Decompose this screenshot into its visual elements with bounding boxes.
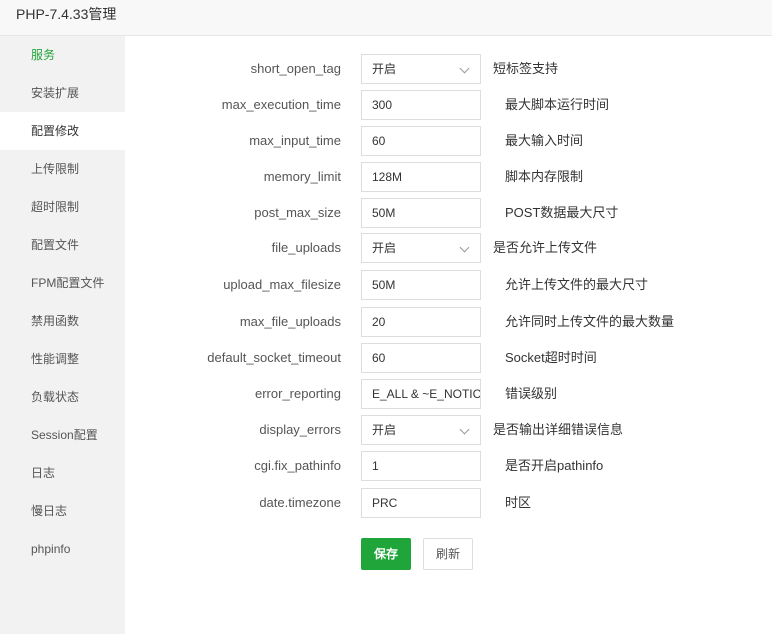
setting-row-cgi-fix-pathinfo: cgi.fix_pathinfo 1 是否开启pathinfo	[125, 451, 772, 481]
setting-row-error-reporting: error_reporting E_ALL & ~E_NOTICE 错误级别	[125, 379, 772, 409]
display-errors-select[interactable]: 开启	[361, 415, 481, 445]
setting-description: 最大脚本运行时间	[505, 97, 610, 112]
save-button[interactable]: 保存	[361, 538, 411, 570]
setting-description: 时区	[505, 495, 532, 510]
refresh-button[interactable]: 刷新	[423, 538, 473, 570]
setting-description: 短标签支持	[493, 61, 559, 76]
error-reporting-input[interactable]: E_ALL & ~E_NOTICE	[361, 379, 481, 409]
setting-row-default-socket-timeout: default_socket_timeout 60 Socket超时时间	[125, 343, 772, 373]
upload-max-filesize-input[interactable]: 50M	[361, 270, 481, 300]
sidebar-item-slow-log[interactable]: 慢日志	[0, 492, 125, 530]
max-execution-time-input[interactable]: 300	[361, 90, 481, 120]
setting-row-max-input-time: max_input_time 60 最大输入时间	[125, 126, 772, 156]
setting-description: 最大输入时间	[505, 133, 584, 148]
setting-row-max-file-uploads: max_file_uploads 20 允许同时上传文件的最大数量	[125, 307, 772, 337]
setting-label: cgi.fix_pathinfo	[254, 458, 341, 473]
setting-description: POST数据最大尺寸	[505, 205, 619, 220]
setting-row-date-timezone: date.timezone PRC 时区	[125, 488, 772, 518]
sidebar-item-config-edit[interactable]: 配置修改	[0, 112, 125, 150]
setting-label: max_execution_time	[221, 97, 341, 112]
window-title: PHP-7.4.33管理	[16, 6, 117, 22]
sidebar-item-fpm-config-file[interactable]: FPM配置文件	[0, 264, 125, 302]
sidebar-item-session-config[interactable]: Session配置	[0, 416, 125, 454]
setting-description: 允许上传文件的最大尺寸	[505, 277, 649, 292]
post-max-size-input[interactable]: 50M	[361, 198, 481, 228]
setting-label: error_reporting	[255, 386, 341, 401]
setting-row-upload-max-filesize: upload_max_filesize 50M 允许上传文件的最大尺寸	[125, 270, 772, 300]
setting-description: 是否输出详细错误信息	[493, 422, 624, 437]
setting-label: memory_limit	[263, 169, 341, 184]
setting-row-display-errors: display_errors 开启 是否输出详细错误信息	[125, 415, 772, 445]
setting-row-memory-limit: memory_limit 128M 脚本内存限制	[125, 162, 772, 192]
sidebar-item-install-extension[interactable]: 安装扩展	[0, 74, 125, 112]
sidebar-item-performance-tuning[interactable]: 性能调整	[0, 340, 125, 378]
cgi-fix-pathinfo-input[interactable]: 1	[361, 451, 481, 481]
select-value: 开启	[372, 241, 397, 255]
sidebar-item-config-file[interactable]: 配置文件	[0, 226, 125, 264]
setting-description: Socket超时时间	[505, 350, 597, 365]
setting-description: 是否允许上传文件	[493, 240, 598, 255]
chevron-down-icon	[459, 63, 470, 74]
date-timezone-input[interactable]: PRC	[361, 488, 481, 518]
setting-label: max_file_uploads	[239, 314, 341, 329]
sidebar-item-disabled-functions[interactable]: 禁用函数	[0, 302, 125, 340]
file-uploads-select[interactable]: 开启	[361, 233, 481, 263]
setting-description: 错误级别	[505, 386, 558, 401]
select-value: 开启	[372, 62, 397, 76]
sidebar-item-upload-limit[interactable]: 上传限制	[0, 150, 125, 188]
setting-label: default_socket_timeout	[207, 350, 341, 365]
max-file-uploads-input[interactable]: 20	[361, 307, 481, 337]
setting-label: post_max_size	[254, 205, 341, 220]
sidebar-item-service[interactable]: 服务	[0, 36, 125, 74]
sidebar-item-phpinfo[interactable]: phpinfo	[0, 530, 125, 568]
max-input-time-input[interactable]: 60	[361, 126, 481, 156]
select-value: 开启	[372, 423, 397, 437]
setting-label: display_errors	[259, 422, 341, 437]
sidebar-item-load-status[interactable]: 负载状态	[0, 378, 125, 416]
setting-row-post-max-size: post_max_size 50M POST数据最大尺寸	[125, 198, 772, 228]
sidebar-item-log[interactable]: 日志	[0, 454, 125, 492]
setting-row-max-execution-time: max_execution_time 300 最大脚本运行时间	[125, 90, 772, 120]
setting-row-short-open-tag: short_open_tag 开启 短标签支持	[125, 54, 772, 84]
setting-description: 是否开启pathinfo	[505, 458, 604, 473]
setting-label: max_input_time	[249, 133, 341, 148]
setting-description: 允许同时上传文件的最大数量	[505, 314, 675, 329]
setting-description: 脚本内存限制	[505, 169, 584, 184]
chevron-down-icon	[459, 424, 470, 435]
setting-label: file_uploads	[271, 240, 341, 255]
setting-label: date.timezone	[259, 495, 341, 510]
setting-label: short_open_tag	[250, 61, 341, 76]
chevron-down-icon	[459, 242, 470, 253]
sidebar: 服务 安装扩展 配置修改 上传限制 超时限制 配置文件 FPM配置文件 禁用函数…	[0, 36, 125, 634]
setting-row-file-uploads: file_uploads 开启 是否允许上传文件	[125, 233, 772, 263]
memory-limit-input[interactable]: 128M	[361, 162, 481, 192]
short-open-tag-select[interactable]: 开启	[361, 54, 481, 84]
window-titlebar: PHP-7.4.33管理	[0, 0, 772, 36]
sidebar-item-timeout-limit[interactable]: 超时限制	[0, 188, 125, 226]
default-socket-timeout-input[interactable]: 60	[361, 343, 481, 373]
setting-label: upload_max_filesize	[223, 277, 341, 292]
